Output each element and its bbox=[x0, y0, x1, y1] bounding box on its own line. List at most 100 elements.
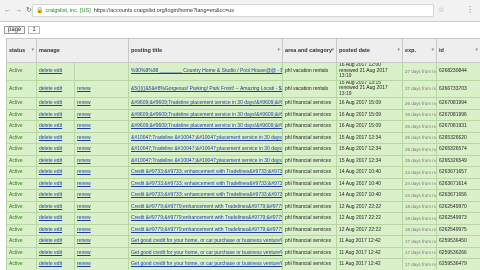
edit-link[interactable]: edit bbox=[54, 227, 62, 233]
renew-link[interactable]: renew bbox=[73, 108, 130, 121]
posted-date-cell: 16 Aug 2017 15:09 bbox=[336, 108, 404, 121]
edit-link[interactable]: edit bbox=[54, 169, 62, 175]
expires-cell: 27 days from now bbox=[402, 79, 438, 98]
area-category-cell: phl financial services bbox=[282, 246, 338, 259]
posting-title-link[interactable]: &#10047;Tradeline &#10047;&#10047;placem… bbox=[128, 131, 284, 144]
col-posting-title[interactable]: posting title ▾ bbox=[128, 38, 284, 63]
edit-link[interactable]: edit bbox=[54, 181, 62, 187]
status-cell: Active bbox=[6, 143, 37, 156]
posting-title-link[interactable]: Credit &#9779;&#9779;enhancement with Tr… bbox=[128, 200, 284, 213]
delete-link[interactable]: delete edit bbox=[36, 223, 75, 236]
renew-link[interactable]: renew bbox=[73, 189, 130, 202]
edit-link[interactable]: edit bbox=[54, 250, 62, 256]
posting-title-link[interactable]: &#9609;&#9609;Tradeline placement servic… bbox=[128, 108, 284, 121]
posting-title-link[interactable]: %90%8%98 ________ Country Home & Studio … bbox=[128, 62, 284, 81]
renew-link[interactable]: renew bbox=[73, 235, 130, 248]
renew-link[interactable]: renew bbox=[73, 143, 130, 156]
edit-link[interactable]: edit bbox=[54, 146, 62, 152]
delete-link[interactable]: delete edit bbox=[36, 235, 75, 248]
category-label: financial services bbox=[293, 146, 332, 153]
renew-link[interactable]: renew bbox=[73, 79, 130, 98]
posting-title-link[interactable]: &#9609;&#9609;Tradeline placement servic… bbox=[128, 97, 284, 110]
col-posted-date[interactable]: posted date ▾ bbox=[336, 38, 404, 63]
delete-link[interactable]: delete edit bbox=[36, 143, 75, 156]
renew-link[interactable]: renew bbox=[73, 154, 130, 167]
posting-title-link[interactable]: Get good credit for your home, or car pu… bbox=[128, 258, 284, 270]
edit-link[interactable]: edit bbox=[54, 204, 62, 210]
back-icon[interactable]: ← bbox=[4, 6, 11, 16]
delete-link[interactable]: delete edit bbox=[36, 258, 75, 270]
posting-title-link[interactable]: &#9609;&#9609;Tradeline placement servic… bbox=[128, 120, 284, 133]
edit-link[interactable]: edit bbox=[54, 215, 62, 221]
posting-title-link[interactable]: &5(((((&5&#8%Gorgeous! Parking! Park Fro… bbox=[128, 79, 284, 98]
posting-title-link[interactable]: Credit &#9733;&#9733; enhancement with T… bbox=[128, 189, 284, 202]
posting-id-cell: 6262549970 bbox=[436, 200, 480, 213]
delete-link[interactable]: delete edit bbox=[36, 212, 75, 225]
posting-id-cell: 6267081931 bbox=[436, 120, 480, 133]
renew-link[interactable]: renew bbox=[73, 131, 130, 144]
table-header-row: status ▾ manage posting title ▾ area and c… bbox=[6, 38, 480, 63]
edit-link[interactable]: edit bbox=[54, 86, 62, 92]
menu-icon[interactable]: ⋮ bbox=[466, 5, 474, 14]
table-row: Active delete edit renew &5(((((&5&#8%Gorge… bbox=[6, 79, 480, 98]
posting-title-link[interactable]: Credit &#9733;&#9733; enhancement with T… bbox=[128, 177, 284, 190]
delete-link[interactable]: delete edit bbox=[36, 108, 75, 121]
delete-link[interactable]: delete edit bbox=[36, 246, 75, 259]
bookmark-star-icon[interactable]: ☆ bbox=[438, 6, 444, 14]
status-cell: Active bbox=[6, 246, 37, 259]
renew-link[interactable]: renew bbox=[73, 177, 130, 190]
posting-id-cell: 6265326574 bbox=[436, 143, 480, 156]
edit-link[interactable]: edit bbox=[54, 192, 62, 198]
delete-link[interactable]: delete edit bbox=[36, 120, 75, 133]
renew-link[interactable]: renew bbox=[73, 223, 130, 236]
delete-link[interactable]: delete edit bbox=[36, 154, 75, 167]
renew-link[interactable]: renew bbox=[73, 212, 130, 225]
status-cell: Active bbox=[6, 154, 37, 167]
category-label: financial services bbox=[293, 157, 332, 164]
posting-id-cell: 6266733703 bbox=[436, 79, 480, 98]
delete-link[interactable]: delete edit bbox=[36, 166, 75, 179]
delete-link[interactable]: delete edit bbox=[36, 200, 75, 213]
renew-link[interactable] bbox=[73, 62, 130, 81]
posting-title-link[interactable]: Credit &#9733;&#9733; enhancement with T… bbox=[128, 166, 284, 179]
edit-link[interactable]: edit bbox=[54, 68, 62, 74]
col-id[interactable]: id ▾ bbox=[436, 38, 480, 63]
posting-id-cell: 6265326549 bbox=[436, 154, 480, 167]
col-expires[interactable]: exp. ▾ bbox=[402, 38, 438, 63]
renew-link[interactable]: renew bbox=[73, 97, 130, 110]
posting-title-link[interactable]: &#10047;Tradeline &#10047;&#10047;placem… bbox=[128, 154, 284, 167]
delete-link[interactable]: delete edit bbox=[36, 62, 75, 81]
forward-icon[interactable]: → bbox=[15, 6, 22, 16]
edit-link[interactable]: edit bbox=[54, 135, 62, 141]
renew-link[interactable]: renew bbox=[73, 246, 130, 259]
delete-link[interactable]: delete edit bbox=[36, 79, 75, 98]
posting-title-link[interactable]: Credit &#9779;&#9779;enhancement with Tr… bbox=[128, 212, 284, 225]
edit-link[interactable]: edit bbox=[54, 123, 62, 129]
renew-link[interactable]: renew bbox=[73, 166, 130, 179]
reload-icon[interactable]: ↻ bbox=[26, 6, 32, 16]
posting-title-link[interactable]: Get good credit for your home, or car pu… bbox=[128, 235, 284, 248]
delete-link[interactable]: delete edit bbox=[36, 97, 75, 110]
edit-link[interactable]: edit bbox=[54, 261, 62, 267]
col-area-category[interactable]: area and category ▾ bbox=[282, 38, 338, 63]
edit-link[interactable]: edit bbox=[54, 238, 62, 244]
col-status[interactable]: status ▾ bbox=[6, 38, 37, 63]
edit-link[interactable]: edit bbox=[54, 100, 62, 106]
delete-link[interactable]: delete edit bbox=[36, 189, 75, 202]
page-number[interactable]: 1 bbox=[28, 26, 40, 34]
renew-link[interactable]: renew bbox=[73, 258, 130, 270]
delete-link[interactable]: delete edit bbox=[36, 177, 75, 190]
edit-link[interactable]: edit bbox=[54, 112, 62, 118]
delete-link[interactable]: delete edit bbox=[36, 131, 75, 144]
posting-title-link[interactable]: &#10047;Tradeline &#10047;&#10047;placem… bbox=[128, 143, 284, 156]
renew-link[interactable]: renew bbox=[73, 120, 130, 133]
address-bar[interactable]: 🔒 craigslist, inc. [US] https://accounts… bbox=[32, 4, 434, 17]
renew-link[interactable]: renew bbox=[73, 200, 130, 213]
edit-link[interactable]: edit bbox=[54, 158, 62, 164]
posting-title-link[interactable]: Credit &#9779;&#9779;enhancement with Tr… bbox=[128, 223, 284, 236]
status-cell: Active bbox=[6, 177, 37, 190]
url-text[interactable]: https://accounts.craigslist.org/login/ho… bbox=[94, 8, 234, 14]
posting-title-link[interactable]: Get good credit for your home, or car pu… bbox=[128, 246, 284, 259]
area-category-cell: phl financial services bbox=[282, 223, 338, 236]
status-cell: Active bbox=[6, 79, 37, 98]
